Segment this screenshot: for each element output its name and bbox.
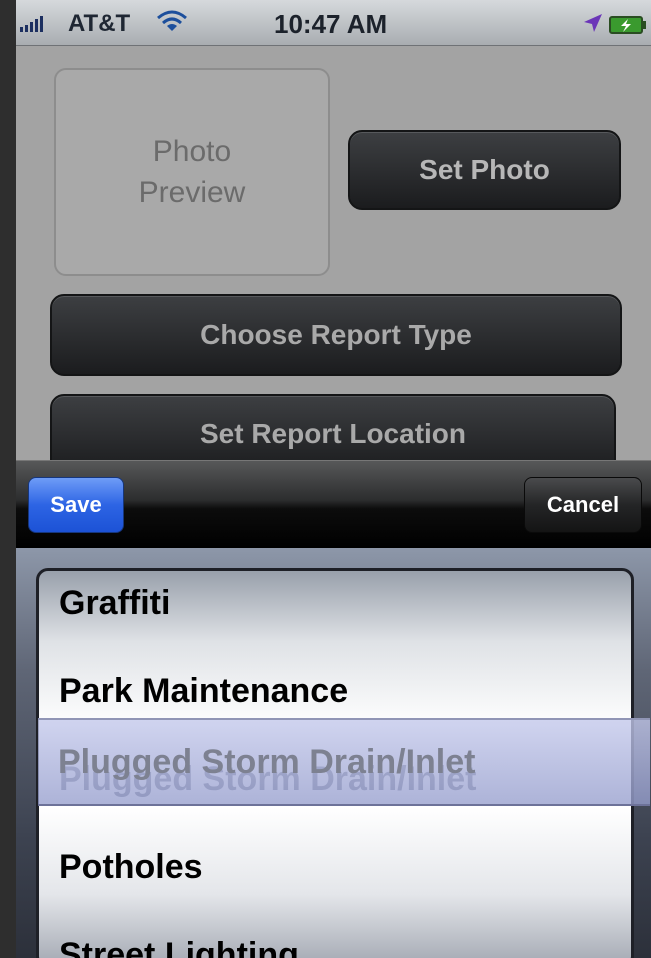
save-button[interactable]: Save [28,477,124,533]
wifi-icon [157,10,187,31]
status-time: 10:47 AM [274,9,388,39]
cancel-button[interactable]: Cancel [524,477,642,533]
picker-toolbar: Save Cancel [16,460,651,548]
carrier-name: AT&T [68,10,131,37]
report-form: Photo Preview Set Photo Choose Report Ty… [16,46,651,474]
phone-screen: AT&T 10:47 AM Photo Preview Set Photo Ch… [16,0,651,958]
battery-charging-icon [609,16,646,34]
picker-option-street-lighting[interactable]: Street Lighting [39,911,631,958]
signal-strength-icon [20,16,43,32]
photo-preview: Photo Preview [54,68,330,276]
choose-report-type-button[interactable]: Choose Report Type [50,294,622,376]
set-photo-button[interactable]: Set Photo [348,130,621,210]
picker-option-graffiti[interactable]: Graffiti [39,571,631,647]
picker-option-potholes[interactable]: Potholes [39,823,631,911]
picker-selected-label: Plugged Storm Drain/Inlet [58,742,476,781]
status-bar: AT&T 10:47 AM [16,0,651,46]
location-arrow-icon [584,14,602,32]
